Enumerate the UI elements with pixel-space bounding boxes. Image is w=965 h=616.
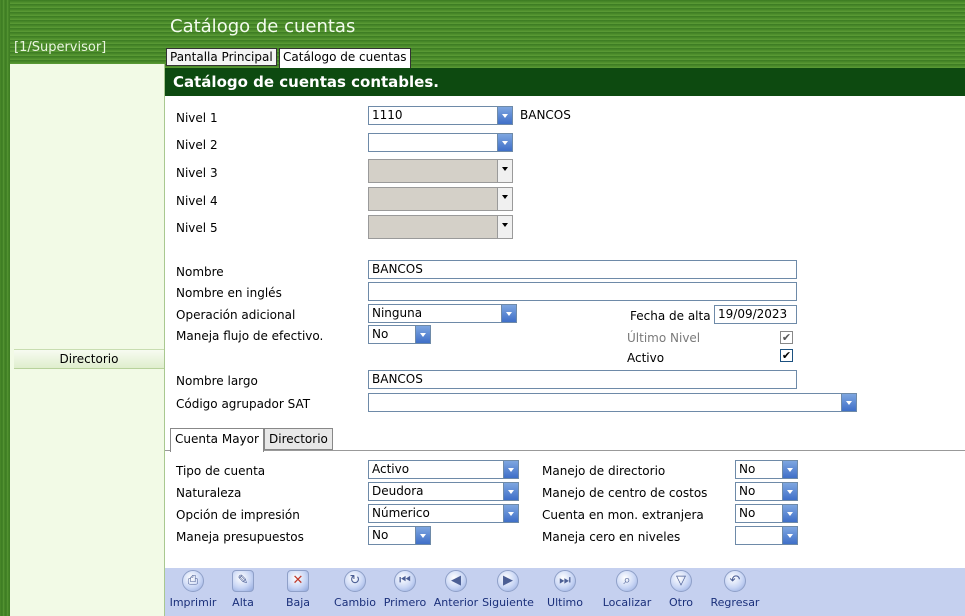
moneda-extranjera-label: Cuenta en mon. extranjera (542, 508, 704, 522)
new-doc-icon: ✎ (232, 570, 254, 592)
alta-button[interactable]: ✎ Alta (213, 570, 273, 609)
chevron-down-icon[interactable] (497, 160, 512, 182)
next-icon: ▶ (497, 570, 519, 592)
manejo-directorio-select[interactable]: No (735, 460, 798, 479)
activo-label: Activo (627, 351, 665, 365)
user-label: [1/Supervisor] (14, 40, 107, 55)
chevron-down-icon[interactable] (782, 527, 797, 544)
chevron-down-icon[interactable] (415, 527, 430, 544)
nivel1-select[interactable]: 1110 (368, 106, 513, 125)
printer-icon: ⎙ (182, 570, 204, 592)
chevron-down-icon[interactable] (415, 326, 430, 343)
anterior-button[interactable]: ◀ Anterior (426, 570, 486, 609)
chevron-down-icon[interactable] (497, 188, 512, 210)
chevron-down-icon[interactable] (782, 505, 797, 522)
codigo-sat-select[interactable] (368, 393, 857, 412)
nivel1-label: Nivel 1 (176, 111, 218, 125)
regresar-button[interactable]: ↶ Regresar (705, 570, 765, 609)
moneda-extranjera-select[interactable]: No (735, 504, 798, 523)
chevron-down-icon[interactable] (782, 461, 797, 478)
nivel3-label: Nivel 3 (176, 166, 218, 180)
page-title: Catálogo de cuentas (170, 16, 356, 37)
baja-button[interactable]: ✕ Baja (268, 570, 328, 609)
tipo-cuenta-select[interactable]: Activo (368, 460, 519, 479)
cero-niveles-select[interactable] (735, 526, 798, 545)
sidebar-item-directorio[interactable]: Directorio (14, 349, 164, 369)
manejo-directorio-label: Manejo de directorio (542, 464, 666, 478)
chevron-down-icon[interactable] (497, 107, 512, 124)
centro-costos-label: Manejo de centro de costos (542, 486, 708, 500)
nivel2-select[interactable] (368, 133, 513, 152)
nivel5-label: Nivel 5 (176, 221, 218, 235)
first-icon: ⏮ (394, 570, 416, 592)
nombre-input[interactable]: BANCOS (368, 260, 797, 279)
chevron-down-icon[interactable] (782, 483, 797, 500)
operacion-adicional-select[interactable]: Ninguna (368, 304, 517, 323)
opcion-impresion-select[interactable]: Númerico (368, 504, 519, 523)
search-icon: ⌕ (616, 570, 638, 592)
opcion-impresion-label: Opción de impresión (176, 508, 300, 522)
chevron-down-icon[interactable] (503, 461, 518, 478)
chevron-down-icon[interactable] (503, 483, 518, 500)
operacion-adicional-label: Operación adicional (176, 308, 296, 322)
chevron-down-icon[interactable] (497, 134, 512, 151)
delete-icon: ✕ (287, 570, 309, 592)
refresh-icon: ↻ (344, 570, 366, 592)
nombre-largo-input[interactable]: BANCOS (368, 370, 797, 389)
chevron-down-icon[interactable] (501, 305, 516, 322)
nombre-ingles-label: Nombre en inglés (176, 286, 282, 300)
last-icon: ⏭ (554, 570, 576, 592)
maneja-presupuestos-select[interactable]: No (368, 526, 431, 545)
tab-pantalla-principal[interactable]: Pantalla Principal (166, 48, 277, 66)
codigo-sat-label: Código agrupador SAT (176, 397, 311, 411)
fecha-alta-label: Fecha de alta (630, 309, 711, 323)
chevron-down-icon[interactable] (503, 505, 518, 522)
localizar-button[interactable]: ⌕ Localizar (597, 570, 657, 609)
naturaleza-select[interactable]: Deudora (368, 482, 519, 501)
other-icon: ▽ (670, 570, 692, 592)
sidebar (10, 0, 165, 616)
subtab-divider (165, 450, 965, 451)
ultimo-nivel-checkbox[interactable]: ✔ (780, 331, 793, 344)
naturaleza-label: Naturaleza (176, 486, 242, 500)
nombre-label: Nombre (176, 265, 224, 279)
section-title: Catálogo de cuentas contables. (165, 68, 965, 96)
flujo-efectivo-label: Maneja flujo de efectivo. (176, 329, 324, 343)
nivel1-description: BANCOS (520, 108, 571, 122)
previous-icon: ◀ (445, 570, 467, 592)
nivel4-select[interactable] (368, 187, 513, 211)
ultimo-button[interactable]: ⏭ Ultimo (535, 570, 595, 609)
nivel3-select[interactable] (368, 159, 513, 183)
tipo-cuenta-label: Tipo de cuenta (176, 464, 266, 478)
nivel5-select[interactable] (368, 215, 513, 239)
otro-button[interactable]: ▽ Otro (651, 570, 711, 609)
nombre-ingles-input[interactable] (368, 282, 797, 301)
tab-directorio[interactable]: Directorio (264, 428, 333, 450)
fecha-alta-input[interactable]: 19/09/2023 (714, 305, 797, 324)
cero-niveles-label: Maneja cero en niveles (542, 530, 681, 544)
nivel4-label: Nivel 4 (176, 194, 218, 208)
nombre-largo-label: Nombre largo (176, 374, 258, 388)
chevron-down-icon[interactable] (841, 394, 856, 411)
tab-cuenta-mayor[interactable]: Cuenta Mayor (170, 428, 264, 452)
nivel2-label: Nivel 2 (176, 138, 218, 152)
maneja-presupuestos-label: Maneja presupuestos (176, 530, 304, 544)
back-icon: ↶ (724, 570, 746, 592)
activo-checkbox[interactable]: ✔ (780, 349, 793, 362)
centro-costos-select[interactable]: No (735, 482, 798, 501)
siguiente-button[interactable]: ▶ Siguiente (478, 570, 538, 609)
chevron-down-icon[interactable] (497, 216, 512, 238)
flujo-efectivo-select[interactable]: No (368, 325, 431, 344)
window-left-edge (0, 0, 10, 616)
ultimo-nivel-label: Último Nivel (627, 331, 701, 345)
tab-catalogo-cuentas[interactable]: Catálogo de cuentas (279, 48, 411, 68)
